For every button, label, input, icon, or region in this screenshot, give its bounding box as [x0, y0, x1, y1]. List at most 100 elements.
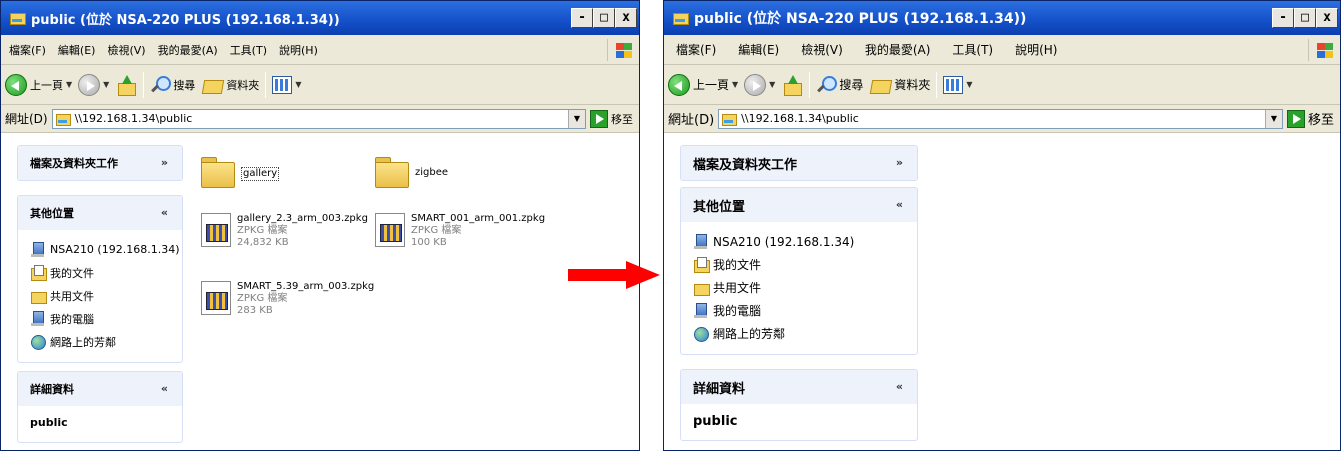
my-documents-icon: [693, 256, 710, 273]
collapse-chevron-icon[interactable]: «: [161, 382, 168, 395]
menu-file[interactable]: 檔案(F): [676, 41, 716, 58]
menu-view[interactable]: 檢視(V): [801, 41, 843, 58]
menu-favorites[interactable]: 我的最愛(A): [865, 41, 931, 58]
back-button[interactable]: 上一頁 ▼: [668, 73, 738, 96]
place-my-computer[interactable]: 我的電腦: [30, 307, 170, 330]
file-item-gallery-zpkg[interactable]: gallery_2.3_arm_003.zpkg ZPKG 檔案 24,832 …: [201, 213, 368, 249]
place-label: 共用文件: [713, 281, 762, 295]
search-icon: [816, 75, 838, 95]
shared-documents-icon: [693, 280, 710, 296]
folders-button[interactable]: 資料夾: [201, 76, 259, 94]
folders-label: 資料夾: [894, 78, 931, 92]
place-network[interactable]: 網路上的芳鄰: [30, 330, 170, 353]
details-header[interactable]: 詳細資料 «: [681, 370, 917, 404]
folders-icon: [201, 76, 223, 94]
explorer-window-left: public (位於 NSA-220 PLUS (192.168.1.34)) …: [0, 0, 640, 451]
file-size: 24,832 KB: [237, 237, 289, 248]
menu-tools[interactable]: 工具(T): [230, 42, 267, 58]
file-item-gallery[interactable]: gallery: [201, 153, 280, 188]
menu-help[interactable]: 說明(H): [1015, 41, 1057, 58]
toolbar-separator: [936, 71, 938, 98]
forward-button[interactable]: ▼: [744, 73, 775, 96]
minimize-button[interactable]: -: [571, 8, 593, 28]
my-computer-icon: [30, 310, 46, 327]
maximize-button[interactable]: □: [593, 8, 615, 28]
file-name: gallery_2.3_arm_003.zpkg: [237, 213, 368, 224]
other-places-header[interactable]: 其他位置 «: [681, 188, 917, 222]
title-bar[interactable]: public (位於 NSA-220 PLUS (192.168.1.34)) …: [664, 1, 1340, 35]
place-label: 我的文件: [713, 258, 762, 272]
address-label: 網址(D): [668, 113, 715, 128]
file-item-smart-001-zpkg[interactable]: SMART_001_arm_001.zpkg ZPKG 檔案 100 KB: [375, 213, 545, 249]
details-title: 詳細資料: [693, 381, 746, 397]
collapse-chevron-icon[interactable]: «: [896, 198, 903, 211]
menu-bar: 檔案(F) 編輯(E) 檢視(V) 我的最愛(A) 工具(T) 說明(H): [1, 35, 639, 65]
tasks-panel-header[interactable]: 檔案及資料夾工作 »: [681, 146, 917, 180]
other-places-title: 其他位置: [30, 207, 74, 220]
address-dropdown-icon[interactable]: ▼: [1264, 109, 1282, 128]
expand-chevron-icon[interactable]: »: [896, 156, 903, 169]
collapse-chevron-icon[interactable]: «: [161, 206, 168, 219]
close-button[interactable]: x: [1316, 8, 1338, 28]
menu-edit[interactable]: 編輯(E): [58, 42, 96, 58]
network-folder-icon: [9, 10, 26, 26]
expand-chevron-icon[interactable]: »: [161, 156, 168, 169]
details-header[interactable]: 詳細資料 «: [18, 372, 182, 406]
folder-icon: [201, 153, 235, 188]
views-button[interactable]: ▼: [272, 75, 301, 94]
search-button[interactable]: 搜尋: [150, 75, 195, 95]
shared-documents-icon: [30, 288, 47, 304]
zpkg-file-icon: [375, 213, 405, 247]
menu-view[interactable]: 檢視(V): [107, 42, 145, 58]
other-places-header[interactable]: 其他位置 «: [18, 196, 182, 230]
place-my-documents[interactable]: 我的文件: [30, 261, 170, 284]
folders-button[interactable]: 資料夾: [869, 76, 930, 94]
arrow-head: [626, 261, 660, 289]
search-label: 搜尋: [839, 78, 864, 92]
file-item-smart-539-zpkg[interactable]: SMART_5.39_arm_003.zpkg ZPKG 檔案 283 KB: [201, 281, 374, 317]
details-panel: 詳細資料 « public: [17, 371, 183, 443]
minimize-button[interactable]: -: [1272, 8, 1294, 28]
address-input[interactable]: \\192.168.1.34\public ▼: [718, 108, 1283, 129]
place-network[interactable]: 網路上的芳鄰: [693, 322, 905, 345]
place-nsa210[interactable]: NSA210 (192.168.1.34): [693, 230, 905, 253]
tasks-panel-header[interactable]: 檔案及資料夾工作 »: [18, 146, 182, 180]
place-shared-documents[interactable]: 共用文件: [30, 284, 170, 307]
title-bar[interactable]: public (位於 NSA-220 PLUS (192.168.1.34)) …: [1, 1, 639, 35]
place-label: 我的文件: [50, 266, 94, 280]
other-places-title: 其他位置: [693, 199, 746, 215]
place-label: 網路上的芳鄰: [713, 327, 786, 341]
up-button[interactable]: [115, 74, 137, 96]
address-input[interactable]: \\192.168.1.34\public ▼: [51, 108, 586, 129]
menu-favorites[interactable]: 我的最愛(A): [158, 42, 218, 58]
menu-file[interactable]: 檔案(F): [9, 42, 46, 58]
go-button[interactable]: 移至: [1286, 109, 1340, 128]
tasks-panel-title: 檔案及資料夾工作: [693, 157, 798, 173]
maximize-button[interactable]: □: [1294, 8, 1316, 28]
place-shared-documents[interactable]: 共用文件: [693, 276, 905, 299]
windows-logo-icon: [607, 39, 635, 61]
go-arrow-icon: [1286, 109, 1305, 128]
place-my-documents[interactable]: 我的文件: [693, 253, 905, 276]
menu-edit[interactable]: 編輯(E): [738, 41, 779, 58]
back-label: 上一頁: [30, 78, 63, 92]
address-dropdown-icon[interactable]: ▼: [568, 109, 585, 128]
up-button[interactable]: [781, 74, 803, 96]
network-computer-icon: [30, 241, 46, 258]
menu-help[interactable]: 說明(H): [279, 42, 318, 58]
other-places-panel: 其他位置 « NSA210 (192.168.1.34) 我的文件 共用文件 我…: [680, 187, 918, 355]
forward-button[interactable]: ▼: [78, 73, 109, 96]
search-button[interactable]: 搜尋: [816, 75, 863, 95]
toolbar-separator: [265, 71, 267, 98]
forward-arrow-icon: [78, 73, 101, 96]
search-icon: [150, 75, 172, 95]
file-item-zigbee[interactable]: zigbee: [375, 153, 448, 188]
views-button[interactable]: ▼: [943, 75, 973, 94]
place-nsa210[interactable]: NSA210 (192.168.1.34): [30, 238, 180, 261]
collapse-chevron-icon[interactable]: «: [896, 380, 903, 393]
close-button[interactable]: x: [615, 8, 637, 28]
place-my-computer[interactable]: 我的電腦: [693, 299, 905, 322]
go-button[interactable]: 移至: [590, 109, 639, 128]
menu-tools[interactable]: 工具(T): [952, 41, 993, 58]
back-button[interactable]: 上一頁 ▼: [5, 73, 72, 96]
